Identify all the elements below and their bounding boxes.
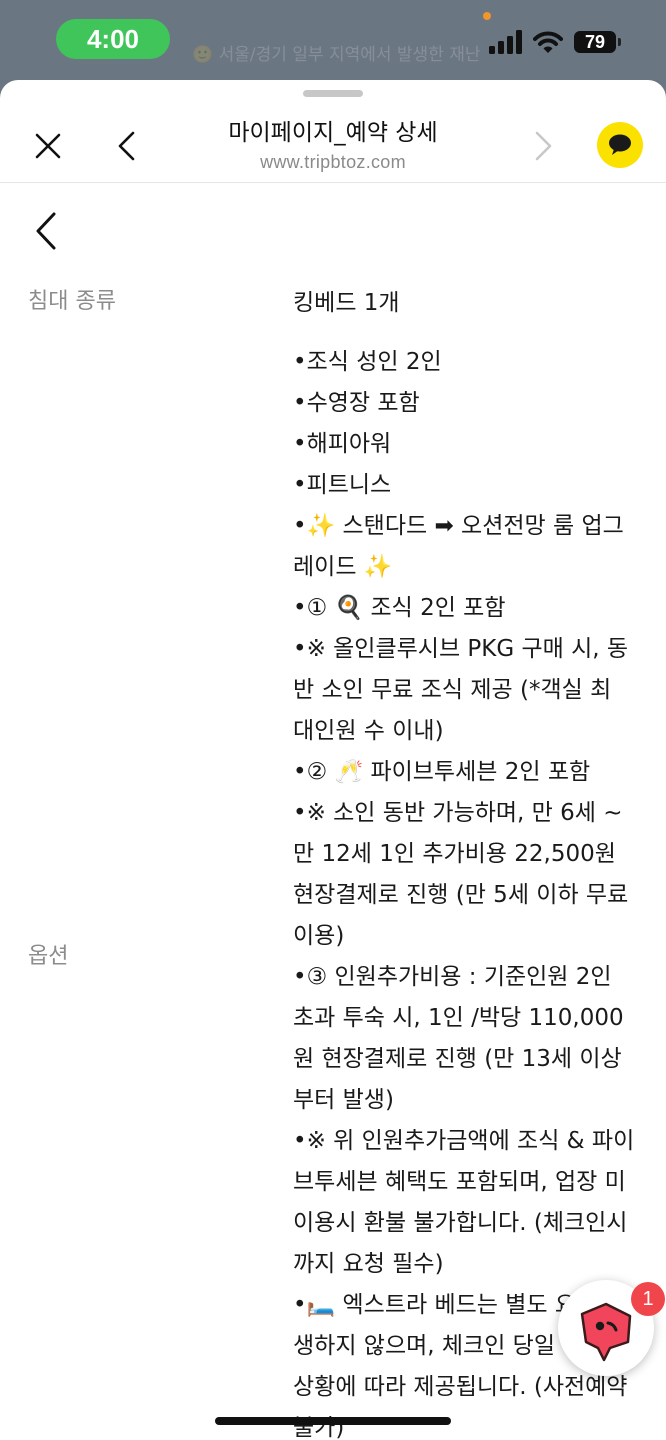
battery-nub: [618, 38, 621, 46]
cellular-signal-icon: [489, 30, 522, 54]
battery-indicator: 79: [574, 31, 616, 53]
option-line: •피트니스: [293, 472, 392, 498]
browser-back-icon[interactable]: [112, 128, 142, 164]
option-line: 만 12세 1인 추가비용 22,500원: [293, 841, 616, 867]
status-bar: 4:00 🙂 서울/경기 일부 지역에서 발생한 재난 79: [0, 0, 666, 80]
option-line: 부터 발생): [293, 1087, 394, 1113]
option-label: 옵션: [28, 944, 69, 969]
privacy-indicator: [483, 12, 491, 20]
kakao-talk-button[interactable]: [597, 122, 643, 168]
option-line: 레이드 ✨: [293, 554, 393, 580]
option-line: •② 🥂 파이브투세븐 2인 포함: [293, 759, 591, 785]
option-line: 이용): [293, 923, 345, 949]
option-line: •해피아워: [293, 431, 392, 457]
option-line: •※ 소인 동반 가능하며, 만 6세 ~: [293, 800, 623, 826]
home-indicator[interactable]: [215, 1417, 451, 1425]
option-line: •※ 위 인원추가금액에 조식 & 파이: [293, 1128, 635, 1154]
sheet-grabber[interactable]: [303, 90, 363, 97]
page-url: www.tripbtoz.com: [260, 152, 406, 172]
chat-unread-badge: 1: [631, 1282, 665, 1316]
option-description: •조식 성인 2인 •수영장 포함 •해피아워 •피트니스 •✨ 스탠다드 ➡ 오션전망…: [293, 342, 647, 1440]
option-line: 초과 투숙 시, 1인 /박당 110,000: [293, 1005, 624, 1031]
close-icon[interactable]: [30, 128, 66, 164]
faded-notice: 🙂 서울/경기 일부 지역에서 발생한 재난: [192, 45, 481, 65]
option-line: •수영장 포함: [293, 390, 420, 416]
bed-type-label: 침대 종류: [28, 289, 116, 314]
option-line: 현장결제로 진행 (만 5세 이하 무료: [293, 882, 629, 908]
bed-type-value: 킹베드 1개: [293, 290, 400, 316]
option-line: 원 현장결제로 진행 (만 13세 이상: [293, 1046, 622, 1072]
browser-forward-icon[interactable]: [528, 128, 558, 164]
option-line: 반 소인 무료 조식 제공 (*객실 최: [293, 677, 612, 703]
option-line: •조식 성인 2인: [293, 349, 442, 375]
option-line: 브투세븐 혜택도 포함되며, 업장 미: [293, 1169, 626, 1195]
option-line: •✨ 스탠다드 ➡ 오션전망 룸 업그: [293, 513, 624, 539]
status-time[interactable]: 4:00: [56, 19, 170, 59]
content-back-icon[interactable]: [30, 210, 64, 252]
option-line: •※ 올인클루시브 PKG 구매 시, 동: [293, 636, 629, 662]
option-line: •③ 인원추가비용 : 기준인원 2인: [293, 964, 612, 990]
option-line: •① 🍳 조식 2인 포함: [293, 595, 506, 621]
option-line: 대인원 수 이내): [293, 718, 444, 744]
header-divider: [0, 182, 666, 183]
browser-sheet: 마이페이지_예약 상세 www.tripbtoz.com 침대 종류 킹베드 1…: [0, 80, 666, 1440]
browser-title-area: 마이페이지_예약 상세 www.tripbtoz.com: [150, 116, 516, 174]
kakao-speech-icon: [609, 134, 631, 155]
option-line: 까지 요청 필수): [293, 1251, 444, 1277]
page-title: 마이페이지_예약 상세: [228, 120, 438, 146]
option-line: 이용시 환불 불가합니다. (체크인시: [293, 1210, 628, 1236]
wifi-icon: [533, 31, 563, 53]
